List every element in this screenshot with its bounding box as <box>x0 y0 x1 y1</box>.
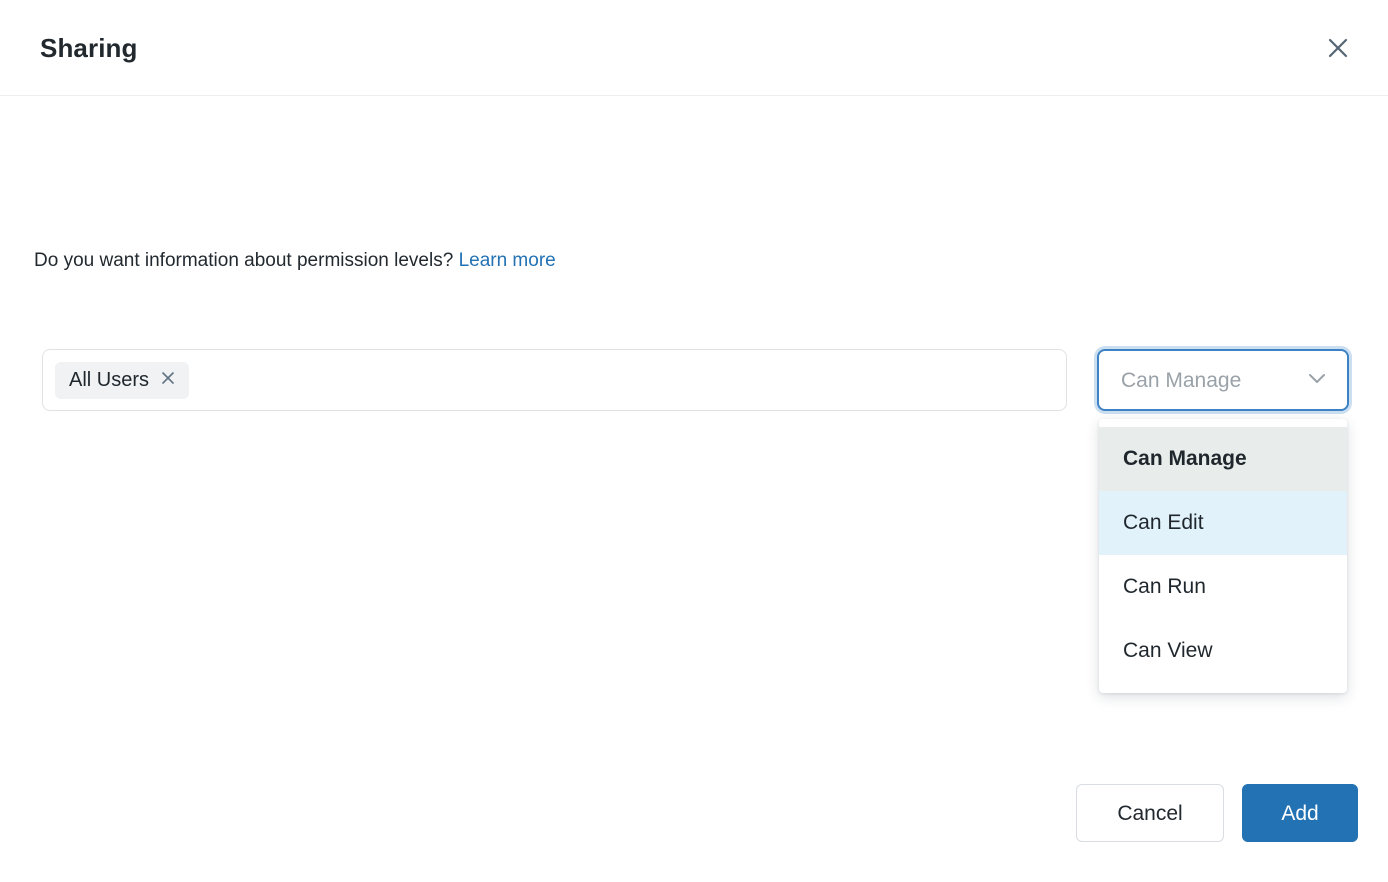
permission-option-can-manage[interactable]: Can Manage <box>1099 427 1347 491</box>
permission-note-text: Do you want information about permission… <box>34 250 453 271</box>
page-title: Sharing <box>40 35 138 61</box>
learn-more-link[interactable]: Learn more <box>459 250 556 271</box>
recipient-chip[interactable]: All Users <box>55 362 189 399</box>
cancel-button[interactable]: Cancel <box>1076 784 1224 842</box>
permission-option-can-edit[interactable]: Can Edit <box>1099 491 1347 555</box>
chevron-down-icon <box>1305 366 1329 395</box>
permission-option-label: Can View <box>1123 639 1213 663</box>
permission-option-can-view[interactable]: Can View <box>1099 619 1347 683</box>
permission-option-label: Can Edit <box>1123 511 1204 535</box>
share-row: All Users Can Manage <box>42 349 1348 411</box>
recipients-text-input[interactable] <box>189 369 1054 391</box>
permission-option-label: Can Manage <box>1123 447 1247 471</box>
add-button[interactable]: Add <box>1242 784 1358 842</box>
permission-dropdown-menu: Can Manage Can Edit Can Run Can View <box>1099 419 1347 693</box>
permission-note: Do you want information about permission… <box>34 248 556 275</box>
sharing-dialog: Sharing Do you want information about pe… <box>0 0 1388 882</box>
permission-select[interactable]: Can Manage <box>1097 349 1349 411</box>
dialog-body: Do you want information about permission… <box>0 96 1388 882</box>
dialog-header: Sharing <box>0 0 1388 96</box>
remove-recipient-button[interactable] <box>159 371 177 389</box>
recipient-chip-label: All Users <box>69 369 149 392</box>
permission-option-label: Can Run <box>1123 575 1206 599</box>
close-button[interactable] <box>1316 26 1360 70</box>
dialog-footer: Cancel Add <box>1076 784 1358 842</box>
close-icon <box>1325 35 1351 61</box>
permission-select-value: Can Manage <box>1121 370 1241 391</box>
close-icon <box>160 369 176 392</box>
permission-select-wrapper: Can Manage Can Manage Can Edit <box>1097 349 1349 411</box>
permission-option-can-run[interactable]: Can Run <box>1099 555 1347 619</box>
recipients-input[interactable]: All Users <box>42 349 1067 411</box>
